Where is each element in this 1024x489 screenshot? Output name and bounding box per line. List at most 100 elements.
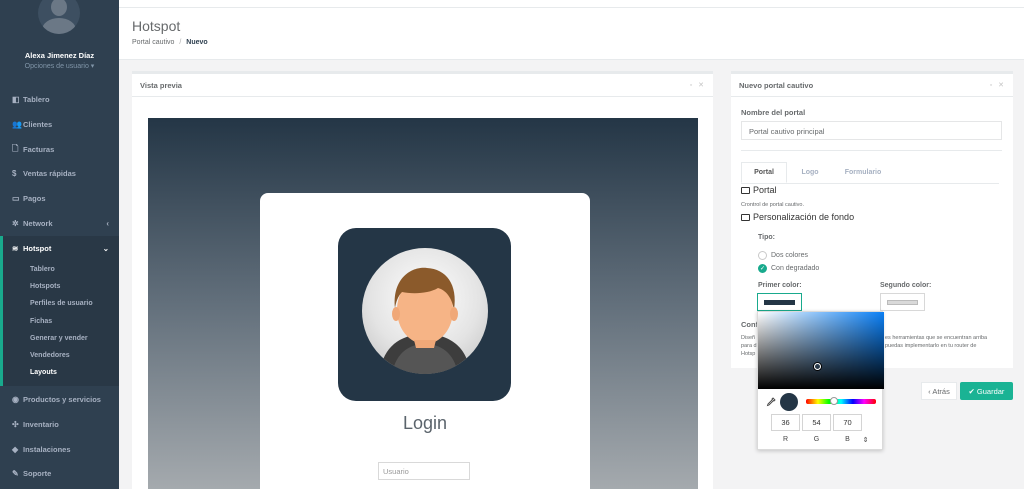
second-color-label: Segundo color: bbox=[880, 282, 932, 289]
first-color-label: Primer color: bbox=[758, 282, 802, 289]
sidebar-item-pagos[interactable]: ▭ Pagos bbox=[0, 186, 119, 211]
sidebar-subitem-tablero[interactable]: Tablero bbox=[30, 266, 55, 273]
page-title: Hotspot bbox=[132, 18, 181, 34]
sidebar-item-label: Productos y servicios bbox=[23, 395, 101, 404]
first-color-swatch[interactable] bbox=[757, 293, 802, 311]
green-label: G bbox=[813, 436, 820, 443]
blue-input[interactable]: 70 bbox=[833, 414, 862, 431]
sidebar-item-label: Instalaciones bbox=[23, 445, 71, 454]
monitor-icon bbox=[741, 186, 750, 194]
sidebar-subitem-fichas[interactable]: Fichas bbox=[30, 318, 52, 325]
type-label: Tipo: bbox=[758, 234, 775, 241]
login-logo bbox=[338, 228, 511, 401]
tab-formulario[interactable]: Formulario bbox=[834, 162, 892, 183]
radio-gradient[interactable]: ✓ bbox=[758, 264, 767, 273]
eyedropper-icon[interactable] bbox=[766, 397, 776, 409]
section-portal-title: Portal bbox=[741, 185, 777, 195]
boxes-icon: ◉ bbox=[12, 395, 19, 404]
dollar-icon: $ bbox=[12, 169, 17, 178]
portal-name-input[interactable]: Portal cautivo principal bbox=[741, 121, 1002, 140]
hue-slider[interactable] bbox=[806, 399, 876, 404]
sidebar-item-tablero[interactable]: ◧ Tablero bbox=[0, 87, 119, 112]
hue-slider-thumb[interactable] bbox=[830, 397, 838, 405]
top-navbar bbox=[119, 0, 1024, 8]
sidebar-item-hotspot[interactable]: ≋ Hotspot ⌄ bbox=[3, 236, 119, 261]
network-icon: ✲ bbox=[12, 219, 19, 228]
login-card: Login Usuario bbox=[260, 193, 590, 489]
sidebar: Alexa Jimenez Díaz Opciones de usuario ▾… bbox=[0, 0, 119, 489]
tabs-underline bbox=[741, 183, 999, 184]
dashboard-icon: ◧ bbox=[12, 95, 20, 104]
sidebar-item-ventas-rapidas[interactable]: $ Ventas rápidas bbox=[0, 161, 119, 186]
avatar[interactable] bbox=[38, 0, 80, 34]
config-text-line1-end: es herramientas que se encuentran arriba bbox=[885, 335, 988, 341]
user-profile: Alexa Jimenez Díaz Opciones de usuario ▾ bbox=[0, 0, 119, 84]
section-background-title: Personalización de fondo bbox=[741, 212, 854, 222]
breadcrumb-current: Nuevo bbox=[186, 39, 208, 46]
sidebar-subitem-layouts[interactable]: Layouts bbox=[30, 369, 57, 376]
user-name: Alexa Jimenez Díaz bbox=[24, 51, 95, 60]
sidebar-item-productos[interactable]: ◉ Productos y servicios bbox=[0, 387, 119, 412]
sidebar-item-label: Ventas rápidas bbox=[23, 169, 76, 178]
radio-two-colors[interactable] bbox=[758, 251, 767, 260]
sidebar-item-label: Inventario bbox=[23, 420, 59, 429]
mode-toggle-icon[interactable]: ⇕ bbox=[853, 436, 878, 444]
sidebar-item-instalaciones[interactable]: ◆ Instalaciones bbox=[0, 437, 119, 462]
wrench-icon: ✎ bbox=[12, 469, 19, 478]
monitor-icon bbox=[741, 213, 750, 221]
divider bbox=[741, 150, 1002, 151]
sidebar-item-label: Network bbox=[23, 219, 53, 228]
wifi-icon: ≋ bbox=[12, 244, 19, 253]
sidebar-subitem-generar[interactable]: Generar y vender bbox=[30, 335, 88, 342]
red-input[interactable]: 36 bbox=[771, 414, 800, 431]
form-panel-title: Nuevo portal cautivo bbox=[739, 81, 814, 90]
color-picker-popup: 36 54 70 R G B ⇕ bbox=[757, 311, 884, 450]
panel-tools[interactable]: ▫ ✕ bbox=[990, 81, 1006, 89]
preview-background: Login Usuario bbox=[148, 118, 698, 489]
sidebar-subitem-perfiles[interactable]: Perfiles de usuario bbox=[30, 300, 93, 307]
red-label: R bbox=[782, 436, 789, 443]
sidebar-subitem-vendedores[interactable]: Vendedores bbox=[30, 352, 70, 359]
sidebar-item-network[interactable]: ✲ Network ‹ bbox=[0, 211, 119, 236]
breadcrumb: Portal cautivo / Nuevo bbox=[132, 39, 208, 46]
sidebar-item-soporte[interactable]: ✎ Soporte bbox=[0, 461, 119, 486]
config-text-line2-start: para d bbox=[741, 343, 757, 349]
sidebar-item-clientes[interactable]: 👥 Clientes bbox=[0, 112, 119, 137]
breadcrumb-parent[interactable]: Portal cautivo bbox=[132, 39, 174, 46]
sidebar-item-facturas[interactable]: 🗋 Facturas bbox=[0, 137, 119, 162]
tab-logo[interactable]: Logo bbox=[790, 162, 830, 183]
preview-panel: Vista previa ▫ ✕ Login Usuario bbox=[132, 71, 713, 489]
radio-two-colors-label: Dos colores bbox=[771, 252, 808, 259]
saturation-thumb[interactable] bbox=[814, 363, 821, 370]
username-input[interactable]: Usuario bbox=[378, 462, 470, 480]
inventory-icon: ✣ bbox=[12, 420, 19, 429]
sidebar-item-label: Pagos bbox=[23, 194, 46, 203]
page-heading: Hotspot Portal cautivo / Nuevo bbox=[119, 8, 1024, 60]
back-button[interactable]: ‹ Atrás bbox=[921, 382, 957, 400]
current-color-preview bbox=[780, 393, 798, 411]
chevron-down-icon: ⌄ bbox=[102, 244, 109, 253]
sidebar-item-label: Tablero bbox=[23, 95, 50, 104]
panel-tools[interactable]: ▫ ✕ bbox=[690, 81, 706, 89]
saturation-area[interactable] bbox=[758, 312, 884, 389]
users-icon: 👥 bbox=[12, 120, 22, 129]
config-text-line1-start: Diseñ bbox=[741, 335, 756, 341]
config-title: Conf bbox=[741, 320, 759, 329]
portal-name-label: Nombre del portal bbox=[741, 108, 806, 117]
chevron-left-icon: ‹ bbox=[106, 219, 109, 228]
sidebar-subitem-hotspots[interactable]: Hotspots bbox=[30, 283, 60, 290]
sidebar-item-label: Clientes bbox=[23, 120, 53, 129]
portal-help-text: Crontrol de portal cautivo. bbox=[741, 202, 804, 208]
sidebar-group-hotspot: ≋ Hotspot ⌄ Tablero Hotspots Perfiles de… bbox=[0, 236, 119, 386]
file-icon: 🗋 bbox=[12, 143, 19, 153]
save-button[interactable]: ✔ Guardar bbox=[960, 382, 1013, 400]
sidebar-item-inventario[interactable]: ✣ Inventario bbox=[0, 412, 119, 437]
tab-portal[interactable]: Portal bbox=[741, 162, 787, 183]
preview-panel-title: Vista previa bbox=[140, 81, 182, 90]
money-icon: ▭ bbox=[12, 194, 20, 203]
green-input[interactable]: 54 bbox=[802, 414, 831, 431]
preview-panel-header: Vista previa ▫ ✕ bbox=[132, 74, 713, 97]
sidebar-item-label: Facturas bbox=[23, 145, 55, 154]
second-color-swatch[interactable] bbox=[880, 293, 925, 311]
user-options-link[interactable]: Opciones de usuario ▾ bbox=[0, 62, 119, 70]
